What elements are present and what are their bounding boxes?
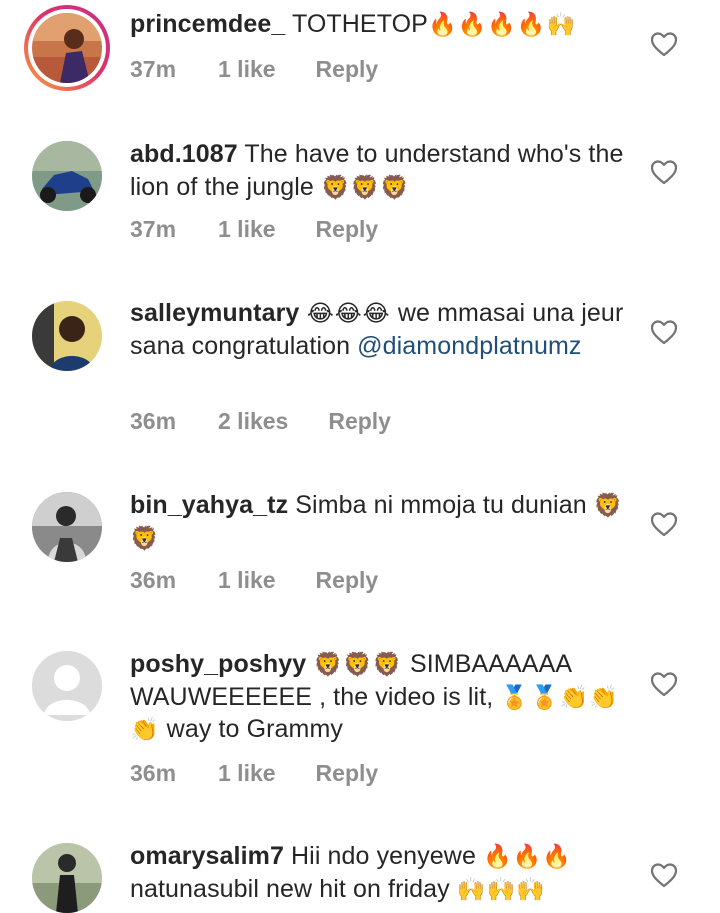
reply-button[interactable]: Reply [316, 214, 379, 244]
comment-text: poshy_poshyy 🦁🦁🦁 SIMBAAAAAA WAUWEEEEEE ,… [130, 648, 630, 746]
comment-likes[interactable]: 2 likes [218, 406, 288, 436]
comment-likes[interactable]: 1 like [218, 565, 276, 595]
comment-text: salleymuntary 😂😂😂 we mmasai una jeur san… [130, 297, 630, 362]
comment-body: Hii ndo yenyewe [283, 842, 483, 870]
comment-emoji: 🦁🦁🦁 [306, 651, 410, 677]
comment-username[interactable]: salleymuntary [130, 299, 299, 327]
comment-text: abd.1087 The have to understand who's th… [130, 138, 630, 203]
comment-username[interactable]: abd.1087 [130, 140, 238, 168]
heart-icon[interactable] [650, 671, 678, 697]
heart-icon[interactable] [650, 511, 678, 537]
reply-button[interactable]: Reply [328, 406, 391, 436]
comment-meta: 37m 1 like Reply [130, 214, 378, 244]
comment-likes[interactable]: 1 like [218, 214, 276, 244]
comment-emoji: 🦁🦁🦁 [320, 173, 410, 200]
comment-username[interactable]: omarysalim7 [130, 842, 284, 870]
avatar-default[interactable] [32, 651, 102, 721]
comment-body-end: way to Grammy [159, 715, 344, 743]
avatar-ring-gap [28, 9, 106, 87]
avatar [32, 13, 102, 83]
comment-emoji: 🙌🙌🙌 [456, 875, 546, 902]
heart-icon[interactable] [650, 319, 678, 345]
avatar[interactable] [32, 141, 102, 211]
avatar[interactable] [32, 301, 102, 371]
heart-icon[interactable] [650, 31, 678, 57]
comment-username[interactable]: bin_yahya_tz [130, 491, 288, 519]
reply-button[interactable]: Reply [316, 565, 379, 595]
comment-time: 36m [130, 408, 177, 434]
comment-likes[interactable]: 1 like [218, 54, 276, 84]
comment-time: 37m [130, 56, 177, 82]
comment-username[interactable]: princemdee_ [130, 10, 285, 38]
reply-button[interactable]: Reply [316, 758, 379, 788]
comment-time: 37m [130, 216, 177, 242]
heart-icon[interactable] [650, 862, 678, 888]
comment-likes[interactable]: 1 like [218, 758, 276, 788]
comment-mention-link[interactable]: @diamondplatnumz [357, 332, 581, 360]
avatar-story-ring[interactable] [24, 5, 110, 91]
comment-time: 36m [130, 760, 177, 786]
comment-time: 36m [130, 567, 177, 593]
avatar[interactable] [32, 843, 102, 913]
comment-text: princemdee_ TOTHETOP🔥🔥🔥🔥🙌 [130, 8, 630, 41]
comment-text: bin_yahya_tz Simba ni mmoja tu dunian 🦁🦁 [130, 489, 630, 554]
comment-emoji: 🔥🔥🔥 [483, 843, 572, 869]
comment-body-end: natunasubil new hit on friday [130, 874, 457, 903]
avatar[interactable] [32, 492, 102, 562]
comment-meta: 36m 1 like Reply [130, 565, 378, 595]
comment-username[interactable]: poshy_poshyy [130, 650, 306, 678]
comment-emoji: 😂😂😂 [299, 300, 398, 326]
heart-icon[interactable] [650, 159, 678, 185]
comment-body: TOTHETOP [285, 10, 428, 38]
comment-meta: 37m 1 like Reply [130, 54, 378, 84]
comment-body: Simba ni mmoja tu dunian [288, 491, 594, 519]
comment-meta: 36m 2 likes Reply [130, 406, 391, 436]
comment-emoji: 🔥🔥🔥🔥🙌 [427, 11, 577, 37]
reply-button[interactable]: Reply [316, 54, 379, 84]
comment-text: omarysalim7 Hii ndo yenyewe 🔥🔥🔥 natunasu… [130, 840, 630, 905]
comment-meta: 36m 1 like Reply [130, 758, 378, 788]
